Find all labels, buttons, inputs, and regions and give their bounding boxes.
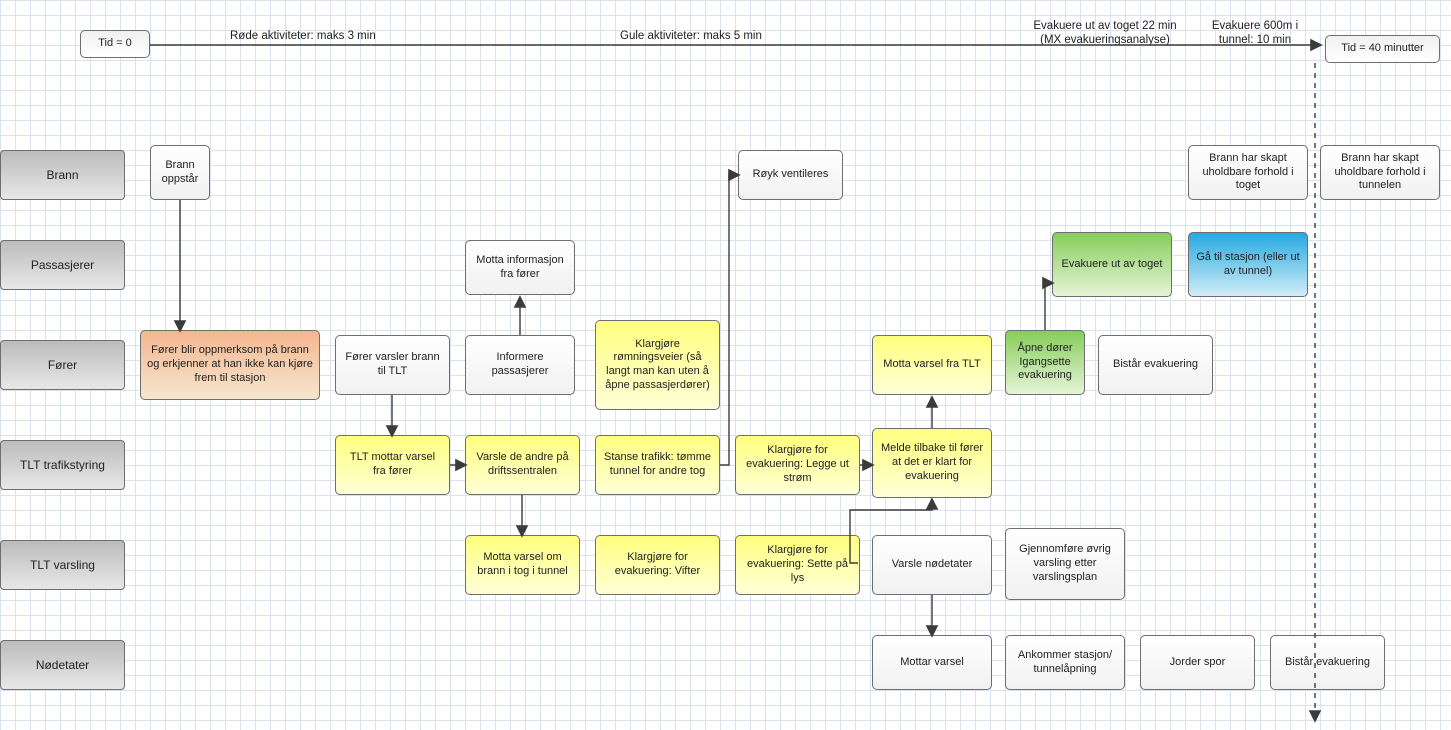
node-apne-dorer: Åpne dører Igangsette evakuering bbox=[1005, 330, 1085, 395]
node-evakuere-ut: Evakuere ut av toget bbox=[1052, 232, 1172, 297]
node-royk-ventileres: Røyk ventileres bbox=[738, 150, 843, 200]
lane-forer: Fører bbox=[0, 340, 125, 390]
timeline-evac-tunnel-label: Evakuere 600m i tunnel: 10 min bbox=[1200, 20, 1310, 48]
node-motta-info: Motta informasjon fra fører bbox=[465, 240, 575, 295]
node-klargjore-strom: Klargjøre for evakuering: Legge ut strøm bbox=[735, 435, 860, 495]
node-forer-varsler: Fører varsler brann til TLT bbox=[335, 335, 450, 395]
time-start-box: Tid = 0 bbox=[80, 30, 150, 58]
node-motta-varsel-tlt: Motta varsel fra TLT bbox=[872, 335, 992, 395]
lane-passasjerer: Passasjerer bbox=[0, 240, 125, 290]
node-mottar-varsel: Mottar varsel bbox=[872, 635, 992, 690]
node-ga-stasjon: Gå til stasjon (eller ut av tunnel) bbox=[1188, 232, 1308, 297]
timeline-red-label: Røde aktiviteter: maks 3 min bbox=[230, 30, 376, 42]
node-gjennomfore-varsling: Gjennomføre øvrig varsling etter varslin… bbox=[1005, 528, 1125, 600]
node-varsle-nodetater: Varsle nødetater bbox=[872, 535, 992, 595]
lane-tlt-vars: TLT varsling bbox=[0, 540, 125, 590]
time-end-box: Tid = 40 minutter bbox=[1325, 35, 1440, 63]
node-brann-oppstar: Brann oppstår bbox=[150, 145, 210, 200]
node-varsle-andre: Varsle de andre på driftssentralen bbox=[465, 435, 580, 495]
timeline-evac-train-label: Evakuere ut av toget 22 min (MX evakueri… bbox=[1025, 20, 1185, 48]
node-motta-varsel-brann: Motta varsel om brann i tog i tunnel bbox=[465, 535, 580, 595]
node-brann-tog: Brann har skapt uholdbare forhold i toge… bbox=[1188, 145, 1308, 200]
node-tlt-mottar: TLT mottar varsel fra fører bbox=[335, 435, 450, 495]
timeline-yellow-label: Gule aktiviteter: maks 5 min bbox=[620, 30, 762, 42]
node-ankommer-stasjon: Ankommer stasjon/ tunnelåpning bbox=[1005, 635, 1125, 690]
lane-brann: Brann bbox=[0, 150, 125, 200]
node-klargjore-lys: Klargjøre for evakuering: Sette på lys bbox=[735, 535, 860, 595]
lane-tlt-traf: TLT trafikstyring bbox=[0, 440, 125, 490]
node-klargjore-romn: Klargjøre rømningsveier (så langt man ka… bbox=[595, 320, 720, 410]
node-forer-oppmerksom: Fører blir oppmerksom på brann og erkjen… bbox=[140, 330, 320, 400]
swimlane-diagram: Tid = 0 Røde aktiviteter: maks 3 min Gul… bbox=[0, 0, 1451, 730]
node-jorder-spor: Jorder spor bbox=[1140, 635, 1255, 690]
node-stanse-trafikk: Stanse trafikk: tømme tunnel for andre t… bbox=[595, 435, 720, 495]
node-melde-tilbake: Melde tilbake til fører at det er klart … bbox=[872, 428, 992, 498]
node-informere-pass: Informere passasjerer bbox=[465, 335, 575, 395]
node-bistar-evak-forer: Bistår evakuering bbox=[1098, 335, 1213, 395]
node-brann-tunnel: Brann har skapt uholdbare forhold i tunn… bbox=[1320, 145, 1440, 200]
node-bistar-evak-nod: Bistår evakuering bbox=[1270, 635, 1385, 690]
node-klargjore-vifter: Klargjøre for evakuering: Vifter bbox=[595, 535, 720, 595]
lane-nodetater: Nødetater bbox=[0, 640, 125, 690]
